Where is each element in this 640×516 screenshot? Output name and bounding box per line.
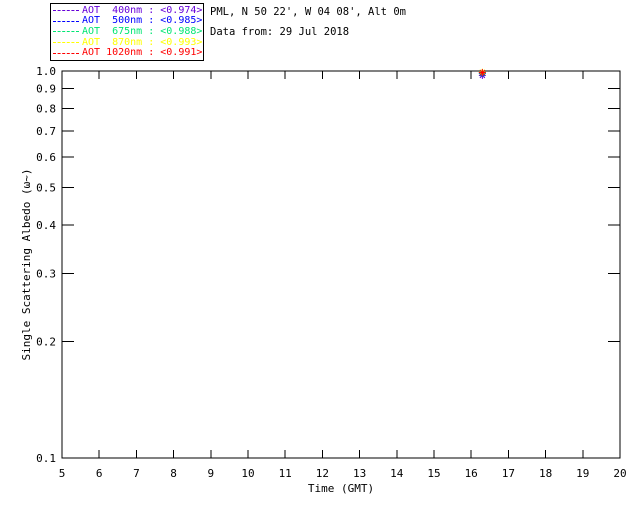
legend-dash-line <box>53 42 79 44</box>
x-tick-label: 11 <box>279 467 292 480</box>
y-tick-label: 0.4 <box>36 219 56 232</box>
legend-entry: AOT 400nm : <0.974> <box>53 4 203 16</box>
legend-entry-label: AOT 500nm : <0.985> <box>82 15 203 27</box>
y-tick-label: 0.3 <box>36 267 56 280</box>
data-point-marker <box>478 69 486 77</box>
legend-entry-label: AOT 870nm : <0.993> <box>82 36 203 48</box>
y-tick-label: 0.2 <box>36 336 56 349</box>
x-tick-label: 17 <box>502 467 515 480</box>
x-tick-label: 20 <box>613 467 626 480</box>
y-tick-label: 0.6 <box>36 151 56 164</box>
y-tick-label: 1.0 <box>36 65 56 78</box>
legend-entry-label: AOT 675nm : <0.988> <box>82 25 203 37</box>
plot-frame <box>61 70 621 459</box>
x-tick-label: 9 <box>207 467 214 480</box>
legend-dash-line <box>53 31 79 33</box>
legend-entry: AOT 675nm : <0.988> <box>53 25 203 37</box>
y-tick-label: 0.8 <box>36 103 56 116</box>
x-axis-title: Time (GMT) <box>308 482 374 495</box>
x-tick-label: 19 <box>576 467 589 480</box>
x-tick-label: 12 <box>316 467 329 480</box>
x-tick-label: 7 <box>133 467 140 480</box>
y-tick-label: 0.7 <box>36 125 56 138</box>
x-tick-label: 5 <box>59 467 66 480</box>
y-tick-label: 0.9 <box>36 83 56 96</box>
x-tick-label: 8 <box>170 467 177 480</box>
y-tick-label: 0.1 <box>36 452 56 465</box>
x-tick-label: 13 <box>353 467 366 480</box>
legend-box: AOT 400nm : <0.974> AOT 500nm : <0.985> AO… <box>50 3 204 61</box>
ssa-plot-page: AOT 400nm : <0.974> AOT 500nm : <0.985> AO… <box>0 0 640 512</box>
x-tick-label: 10 <box>241 467 254 480</box>
legend-entry-label: AOT 400nm : <0.974> <box>82 4 203 16</box>
y-axis-title: Single Scattering Albedo (ω~) <box>20 168 33 360</box>
station-title: PML, N 50 22', W 04 08', Alt 0m <box>210 6 406 18</box>
legend-dash-line <box>53 10 79 12</box>
x-tick-label: 18 <box>539 467 552 480</box>
legend-dash-line <box>53 52 79 54</box>
y-tick-label: 0.5 <box>36 181 56 194</box>
legend-entry-label: AOT 1020nm : <0.991> <box>82 47 203 59</box>
legend-entry: AOT 500nm : <0.985> <box>53 15 203 27</box>
x-tick-label: 15 <box>427 467 440 480</box>
ssa-chart: 5 6 7 8 9 10 11 12 13 14 15 16 17 18 19 20 1.0 0.9 0.8 0.7 0… <box>20 65 627 495</box>
data-date: Data from: 29 Jul 2018 <box>210 26 350 38</box>
legend-entry: AOT 870nm : <0.993> <box>53 36 203 48</box>
x-tick-label: 6 <box>96 467 103 480</box>
legend-dash-line <box>53 20 79 22</box>
x-tick-label: 16 <box>465 467 478 480</box>
x-tick-label: 14 <box>390 467 404 480</box>
legend-entry: AOT 1020nm : <0.991> <box>53 47 203 59</box>
